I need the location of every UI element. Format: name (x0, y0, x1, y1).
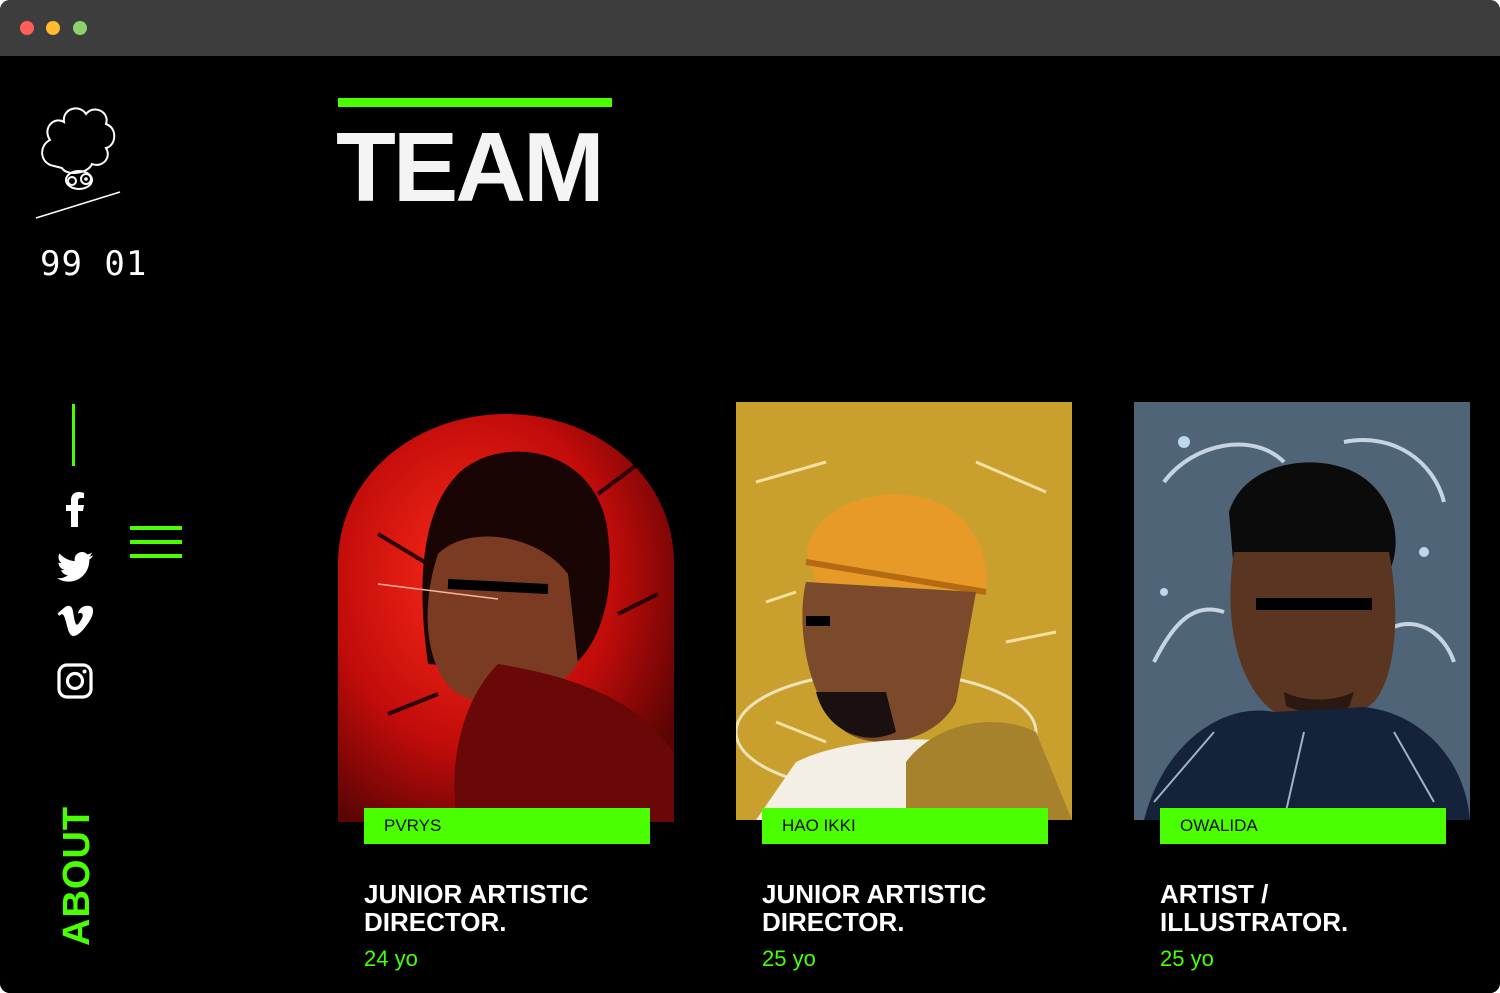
close-window-button[interactable] (20, 21, 34, 35)
browser-window: 99 01 ABOUT TEAM PVRYS JUNIOR ARTISTIC D… (0, 0, 1500, 993)
portrait-image (736, 402, 1072, 820)
title-accent-bar (338, 98, 612, 107)
member-age: 24 yo (364, 946, 418, 971)
facebook-icon[interactable] (56, 490, 94, 528)
page-title: TEAM (336, 112, 605, 222)
logo-wordmark: 99 01 (40, 244, 148, 284)
member-age: 25 yo (1160, 946, 1214, 971)
portrait-image (1134, 402, 1470, 820)
team-page: 99 01 ABOUT TEAM PVRYS JUNIOR ARTISTIC D… (0, 56, 1500, 993)
team-card[interactable]: HAO IKKI JUNIOR ARTISTIC DIRECTOR. 25 yo (736, 402, 1076, 992)
member-role: JUNIOR ARTISTIC DIRECTOR. (364, 879, 589, 937)
minimize-window-button[interactable] (46, 21, 60, 35)
member-name-tag: PVRYS (364, 808, 650, 844)
team-card[interactable]: PVRYS JUNIOR ARTISTIC DIRECTOR. 24 yo (338, 402, 678, 992)
instagram-icon[interactable] (56, 662, 94, 700)
member-name-tag: HAO IKKI (762, 808, 1048, 844)
maximize-window-button[interactable] (73, 21, 87, 35)
member-age: 25 yo (762, 946, 816, 971)
twitter-icon[interactable] (56, 548, 94, 586)
team-card[interactable]: OWALIDA ARTIST / ILLUSTRATOR. 25 yo (1134, 402, 1474, 992)
member-role: JUNIOR ARTISTIC DIRECTOR. (762, 879, 987, 937)
section-label-about[interactable]: ABOUT (56, 806, 99, 946)
member-role: ARTIST / ILLUSTRATOR. (1160, 879, 1349, 937)
window-titlebar (0, 0, 1500, 56)
cloud-face-logo-icon[interactable] (32, 88, 124, 223)
member-name-tag: OWALIDA (1160, 808, 1446, 844)
vimeo-icon[interactable] (56, 602, 94, 640)
portrait-image (338, 414, 674, 822)
sidebar-accent-line (72, 404, 75, 466)
hamburger-menu-icon[interactable] (130, 526, 182, 560)
